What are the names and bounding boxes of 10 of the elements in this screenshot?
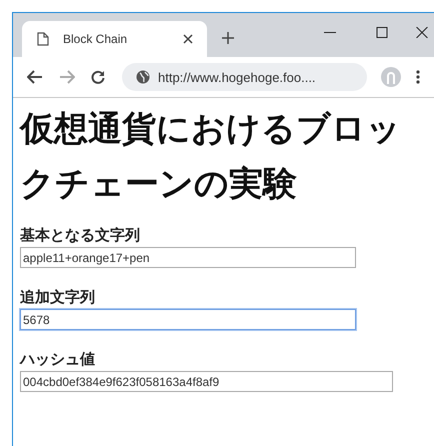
- field-label: 基本となる文字列: [20, 226, 141, 246]
- text-field[interactable]: 004cbd0ef384e9f623f058163a4f8af9: [20, 371, 393, 392]
- text-field[interactable]: apple11+orange17+pen: [20, 247, 356, 268]
- field-label: ハッシュ値: [20, 350, 96, 370]
- tab-title: Block Chain: [63, 32, 128, 46]
- address-bar[interactable]: http://www.hogehoge.foo....: [122, 63, 367, 91]
- text-field[interactable]: 5678: [20, 309, 356, 330]
- field-label: 追加文字列: [20, 288, 96, 308]
- page-heading: 仮想通貨におけるブロックチェーンの実験: [20, 109, 402, 205]
- browser-tab[interactable]: Block Chain: [22, 21, 207, 57]
